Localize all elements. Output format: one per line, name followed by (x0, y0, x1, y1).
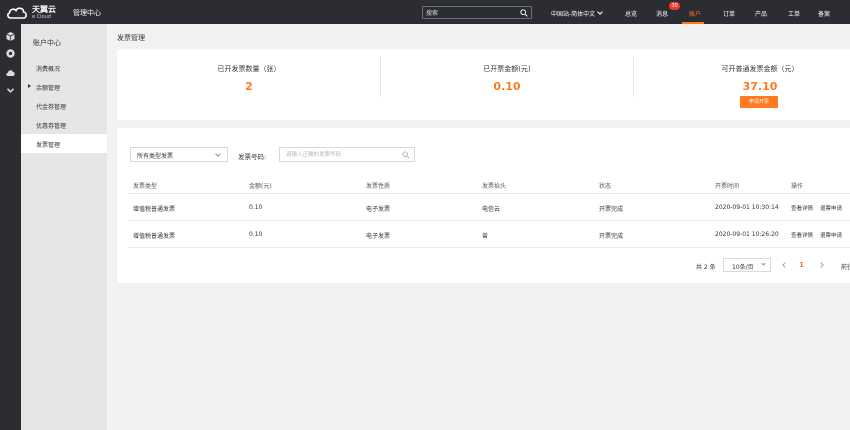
stat-value: 2 (245, 80, 253, 93)
cloud-icon[interactable] (5, 67, 16, 78)
invoice-number-field (279, 147, 415, 162)
invoice-stats-card: 已开发票数量（张） 2 已开票金额(元) 0.10 可开普通发票金额（元） 37… (117, 49, 850, 120)
current-page[interactable]: 1 (799, 261, 804, 269)
table-row: 增值税普通发票 0.10 电子发票 曾 开票完成 2020-09-01 10:2… (128, 221, 850, 248)
page-size-select[interactable]: 10条/页 (723, 258, 771, 272)
icon-rail (0, 24, 21, 430)
sidebar-item-label: 发票管理 (36, 142, 61, 149)
column-header-type: 发票类型 (133, 183, 158, 190)
top-navigation-bar: 天翼云 e Cloud 管理中心 中国站-简体中文 总览 消息 30 账户 订单… (0, 0, 850, 24)
nav-orders[interactable]: 订单 (723, 9, 735, 18)
sidebar-item-label: 消费概况 (36, 66, 61, 73)
invoice-number-input[interactable] (286, 150, 396, 160)
cell-status: 开票完成 (599, 233, 624, 240)
settings-icon[interactable] (5, 48, 16, 59)
account-center-sidebar: 账户中心 消费概况 余额管理 代金券管理 优惠券管理 发票管理 (21, 24, 107, 430)
column-header-actions: 操作 (791, 183, 804, 190)
refund-request-link[interactable]: 退票申请 (820, 231, 842, 239)
invoice-number-label: 发票号码: (238, 153, 267, 161)
page-size-value: 10条/页 (732, 264, 754, 271)
sidebar-item-coupons[interactable]: 优惠券管理 (21, 115, 107, 134)
sidebar-item-vouchers[interactable]: 代金券管理 (21, 96, 107, 115)
region-language-selector[interactable]: 中国站-简体中文 (551, 9, 604, 18)
nav-messages[interactable]: 消息 (656, 9, 668, 18)
cell-nature: 电子发票 (366, 206, 391, 213)
column-header-nature: 发票性质 (366, 183, 391, 190)
stat-value: 0.10 (493, 80, 521, 93)
nav-filing[interactable]: 备案 (818, 9, 830, 18)
ecloud-logo[interactable]: 天翼云 e Cloud (6, 4, 58, 21)
cell-title: 电信云 (482, 206, 501, 213)
messages-count-badge: 30 (669, 2, 680, 10)
table-header: 发票类型 金额(元) 发票性质 发票抬头 状态 开票时间 操作 (128, 176, 850, 194)
goto-page-label: 前往 (841, 264, 850, 271)
stat-label: 已开票金额(元) (483, 65, 531, 73)
cell-amount: 0.10 (249, 231, 263, 238)
active-nav-indicator (682, 22, 704, 24)
region-label: 中国站-简体中文 (551, 11, 596, 18)
table-row: 增值税普通发票 0.10 电子发票 电信云 开票完成 2020-09-01 10… (128, 194, 850, 221)
search-icon[interactable] (402, 151, 410, 159)
refund-request-link[interactable]: 退票申请 (820, 204, 842, 212)
cell-amount: 0.10 (249, 204, 263, 211)
cell-status: 开票完成 (599, 206, 624, 213)
cell-type: 增值税普通发票 (133, 233, 176, 240)
cell-type: 增值税普通发票 (133, 206, 176, 213)
stat-value: 37.10 (742, 80, 778, 93)
global-search (422, 6, 532, 19)
chevron-down-icon (761, 261, 766, 266)
cell-nature: 电子发票 (366, 233, 391, 240)
column-header-time: 开票时间 (715, 183, 740, 190)
sidebar-item-label: 余额管理 (36, 85, 61, 92)
stat-issued-amount: 已开票金额(元) 0.10 (381, 49, 633, 120)
page-title: 发票管理 (117, 34, 145, 42)
sidebar-item-label: 优惠券管理 (36, 123, 67, 130)
next-page-icon[interactable] (819, 262, 825, 268)
cell-time: 2020-09-01 10:26:20 (715, 231, 779, 238)
column-header-title: 发票抬头 (482, 183, 507, 190)
search-input[interactable] (426, 8, 516, 18)
view-details-link[interactable]: 查看详情 (791, 204, 813, 212)
sidebar-item-label: 代金券管理 (36, 104, 67, 111)
sidebar-title: 账户中心 (33, 39, 61, 47)
cell-time: 2020-09-01 10:30:14 (715, 204, 779, 211)
management-center-link[interactable]: 管理中心 (73, 8, 101, 18)
pager-total: 共 2 条 (696, 264, 716, 271)
prev-page-icon[interactable] (781, 262, 787, 268)
stat-available-amount: 可开普通发票金额（元） 37.10 (634, 49, 850, 120)
apply-invoice-button[interactable]: 申请开票 (740, 96, 778, 108)
caret-right-icon (28, 84, 31, 88)
logo-text-en: e Cloud (32, 14, 51, 20)
cube-icon[interactable] (5, 31, 16, 42)
cell-title: 曾 (482, 233, 489, 240)
sidebar-item-balance[interactable]: 余额管理 (21, 77, 107, 96)
sidebar-item-invoices[interactable]: 发票管理 (21, 134, 107, 153)
chevron-down-icon (215, 151, 221, 157)
sidebar-item-consumption-overview[interactable]: 消费概况 (21, 58, 107, 77)
column-header-amount: 金额(元) (249, 183, 272, 190)
stat-issued-count: 已开发票数量（张） 2 (117, 49, 381, 120)
chevron-down-icon[interactable] (5, 85, 16, 96)
invoice-list-panel: 所有类型发票 发票号码: 发票类型 金额(元) 发票性质 发票抬头 状态 开票时… (117, 128, 850, 283)
view-details-link[interactable]: 查看详情 (791, 231, 813, 239)
nav-overview[interactable]: 总览 (625, 9, 637, 18)
cloud-logo-icon (7, 7, 27, 19)
stat-label: 可开普通发票金额（元） (721, 65, 799, 73)
nav-products[interactable]: 产品 (755, 9, 767, 18)
stat-label: 已开发票数量（张） (217, 65, 281, 73)
column-header-status: 状态 (599, 183, 612, 190)
select-value: 所有类型发票 (137, 153, 174, 160)
chevron-down-icon (597, 9, 604, 15)
nav-account[interactable]: 账户 (689, 9, 701, 18)
nav-tickets[interactable]: 工单 (788, 9, 800, 18)
invoice-type-select[interactable]: 所有类型发票 (130, 147, 228, 162)
search-icon[interactable] (520, 9, 528, 17)
